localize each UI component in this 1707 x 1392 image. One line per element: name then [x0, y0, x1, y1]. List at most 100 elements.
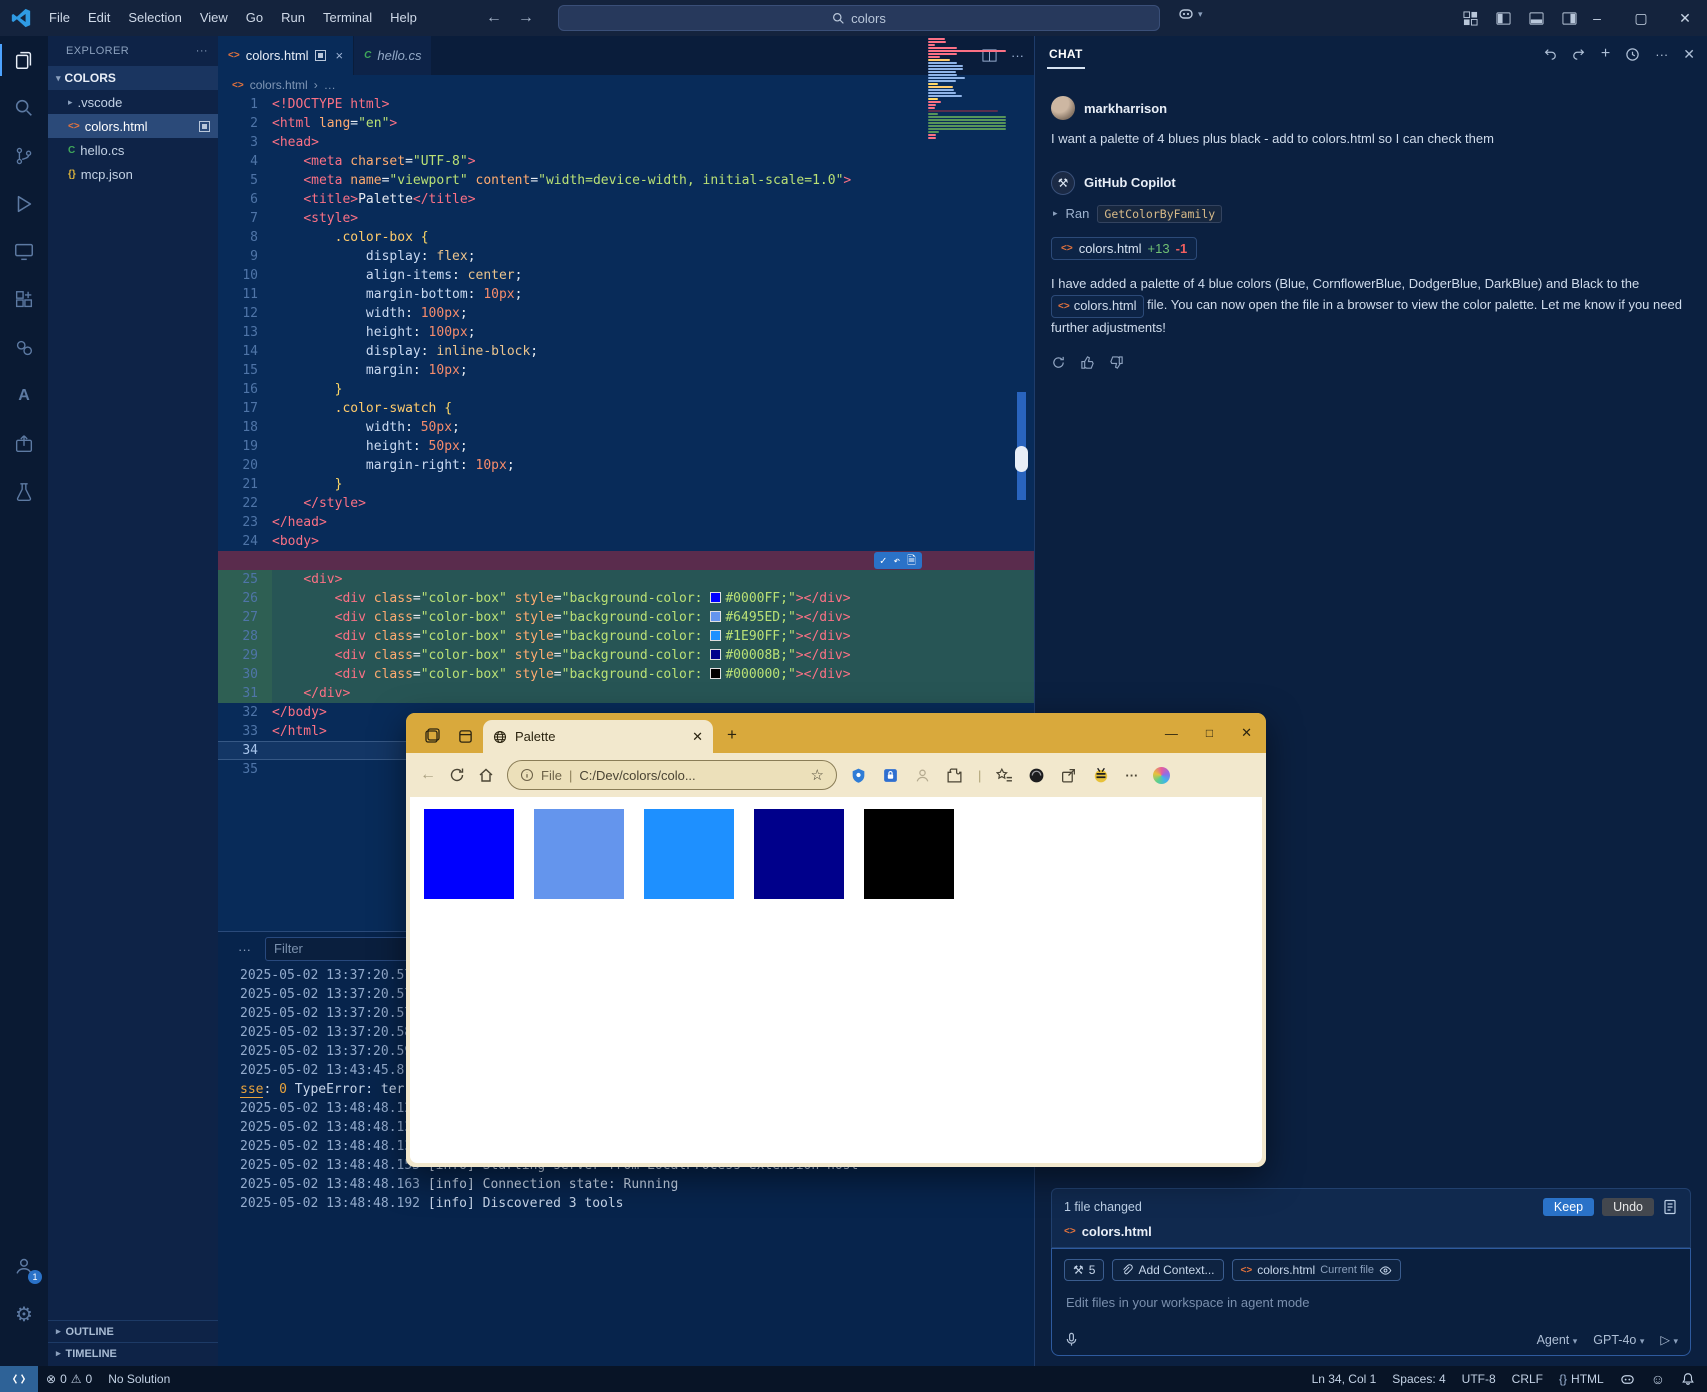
browser-more-icon[interactable]: ··· [1125, 768, 1138, 783]
editor-more-actions-icon[interactable]: ··· [1011, 48, 1024, 63]
code-line-5[interactable]: 5 <meta name="viewport" content="width=d… [218, 171, 1034, 190]
activity-organization-icon[interactable] [0, 324, 48, 372]
tool-run-row[interactable]: ▸ Ran GetColorByFamily [1053, 205, 1691, 223]
file-row-vscode[interactable]: ▸ .vscode [48, 90, 218, 114]
undo-icon[interactable] [1543, 47, 1557, 61]
browser-home-icon[interactable] [478, 767, 494, 783]
thumbs-down-icon[interactable] [1109, 355, 1124, 370]
file-row-colors-html[interactable]: <> colors.html [48, 114, 218, 138]
browser-copilot-icon[interactable] [1153, 767, 1170, 784]
accounts-icon[interactable]: 1 [0, 1242, 48, 1290]
timeline-section[interactable]: ▸ TIMELINE [48, 1342, 218, 1364]
undo-button[interactable]: Undo [1602, 1198, 1654, 1216]
encoding[interactable]: UTF-8 [1454, 1372, 1504, 1386]
nav-back-icon[interactable]: ← [486, 9, 502, 27]
code-line-14[interactable]: 14 display: inline-block; [218, 342, 1034, 361]
code-line-28[interactable]: 28 <div class="color-box" style="backgro… [218, 627, 1034, 646]
code-line-15[interactable]: 15 margin: 10px; [218, 361, 1034, 380]
color-chip[interactable] [710, 592, 721, 603]
folder-section-colors[interactable]: ▾ COLORS [48, 66, 218, 90]
inline-file-chip[interactable]: <>colors.html [1051, 295, 1144, 318]
microphone-icon[interactable] [1064, 1332, 1079, 1347]
layout-grid-icon[interactable] [1463, 11, 1478, 26]
browser-tab-palette[interactable]: Palette ✕ [483, 720, 713, 753]
tab-hello-cs[interactable]: C hello.cs [354, 36, 432, 75]
code-line-3[interactable]: 3<head> [218, 133, 1034, 152]
file-row-hello-cs[interactable]: C hello.cs [48, 138, 218, 162]
code-line-27[interactable]: 27 <div class="color-box" style="backgro… [218, 608, 1034, 627]
window-minimize-button[interactable]: – [1575, 0, 1619, 36]
code-line-17[interactable]: 17 .color-swatch { [218, 399, 1034, 418]
color-chip[interactable] [710, 668, 721, 679]
browser-back-icon[interactable]: ← [420, 766, 436, 784]
code-line-13[interactable]: 13 height: 100px; [218, 323, 1034, 342]
code-line-25[interactable]: 25 <div> [218, 570, 1034, 589]
browser-maximize-button[interactable]: □ [1206, 726, 1213, 740]
code-line-4[interactable]: 4 <meta charset="UTF-8"> [218, 152, 1034, 171]
code-line-26[interactable]: 26 <div class="color-box" style="backgro… [218, 589, 1034, 608]
new-tab-button[interactable]: + [727, 725, 737, 745]
browser-refresh-icon[interactable] [449, 767, 465, 783]
puzzle-extension-icon[interactable] [946, 767, 963, 784]
cursor-position[interactable]: Ln 34, Col 1 [1304, 1372, 1385, 1386]
favorites-bar-icon[interactable] [996, 767, 1013, 784]
collections-icon[interactable] [1028, 767, 1045, 784]
shield-extension-icon[interactable] [850, 767, 867, 784]
color-chip[interactable] [710, 611, 721, 622]
copilot-status-icon[interactable] [1612, 1372, 1643, 1387]
menu-run[interactable]: Run [272, 0, 314, 36]
activity-search-icon[interactable] [0, 84, 48, 132]
info-icon[interactable] [520, 768, 534, 782]
activity-extensions-icon[interactable] [0, 276, 48, 324]
share-icon[interactable] [1060, 767, 1077, 784]
chat-input-box[interactable]: ⚒ 5 Add Context... <> colors.html Curren… [1051, 1248, 1691, 1356]
tab-colors-html[interactable]: <> colors.html × [218, 36, 354, 75]
code-line-8[interactable]: 8 .color-box { [218, 228, 1034, 247]
changed-file-row[interactable]: <> colors.html [1064, 1224, 1678, 1239]
diff-review-toolbar[interactable]: ✓↶🗎 [874, 552, 922, 569]
command-center-search[interactable]: colors [558, 5, 1160, 31]
minimap[interactable] [928, 38, 1008, 146]
remote-indicator[interactable] [0, 1366, 38, 1392]
menu-terminal[interactable]: Terminal [314, 0, 381, 36]
view-changes-icon[interactable] [1662, 1199, 1678, 1215]
solution-status[interactable]: No Solution [100, 1372, 178, 1386]
code-line-7[interactable]: 7 <style> [218, 209, 1034, 228]
code-line-16[interactable]: 16 } [218, 380, 1034, 399]
code-line-2[interactable]: 2<html lang="en"> [218, 114, 1034, 133]
window-maximize-button[interactable]: ▢ [1619, 0, 1663, 36]
menu-view[interactable]: View [191, 0, 237, 36]
code-line-18[interactable]: 18 width: 50px; [218, 418, 1034, 437]
activity-deploy-icon[interactable] [0, 420, 48, 468]
toggle-panel-left-icon[interactable] [1496, 11, 1511, 26]
accept-change-icon[interactable]: ✓ [880, 551, 887, 570]
code-line-23[interactable]: 23</head> [218, 513, 1034, 532]
tab-chat[interactable]: CHAT [1047, 39, 1085, 69]
feedback-smiley-icon[interactable]: ☺ [1643, 1371, 1673, 1387]
tab-close-icon[interactable]: ✕ [692, 729, 703, 745]
menu-selection[interactable]: Selection [119, 0, 190, 36]
code-line-10[interactable]: 10 align-items: center; [218, 266, 1034, 285]
panel-more-actions-icon[interactable]: ··· [238, 942, 251, 957]
code-line-22[interactable]: 22 </style> [218, 494, 1034, 513]
workspaces-icon[interactable] [424, 728, 440, 744]
menu-go[interactable]: Go [237, 0, 272, 36]
tab-actions-icon[interactable] [458, 729, 473, 744]
activity-source-control-icon[interactable] [0, 132, 48, 180]
password-manager-icon[interactable] [882, 767, 899, 784]
browser-close-button[interactable]: ✕ [1241, 725, 1252, 741]
activity-files-icon[interactable] [0, 36, 48, 84]
settings-gear-icon[interactable]: ⚙ [0, 1290, 48, 1338]
open-diff-icon[interactable]: 🗎 [907, 551, 916, 570]
retry-icon[interactable] [1051, 355, 1066, 370]
toggle-panel-bottom-icon[interactable] [1529, 11, 1544, 26]
menu-edit[interactable]: Edit [79, 0, 119, 36]
add-context-chip[interactable]: Add Context... [1112, 1259, 1223, 1281]
copilot-menu-button[interactable]: ▾ [1178, 6, 1203, 22]
file-row-mcp-json[interactable]: {} mcp.json [48, 162, 218, 186]
color-chip[interactable] [710, 649, 721, 660]
code-line-19[interactable]: 19 height: 50px; [218, 437, 1034, 456]
activity-flask-icon[interactable] [0, 468, 48, 516]
code-line-30[interactable]: 30 <div class="color-box" style="backgro… [218, 665, 1034, 684]
code-line-1[interactable]: 1<!DOCTYPE html> [218, 95, 1034, 114]
